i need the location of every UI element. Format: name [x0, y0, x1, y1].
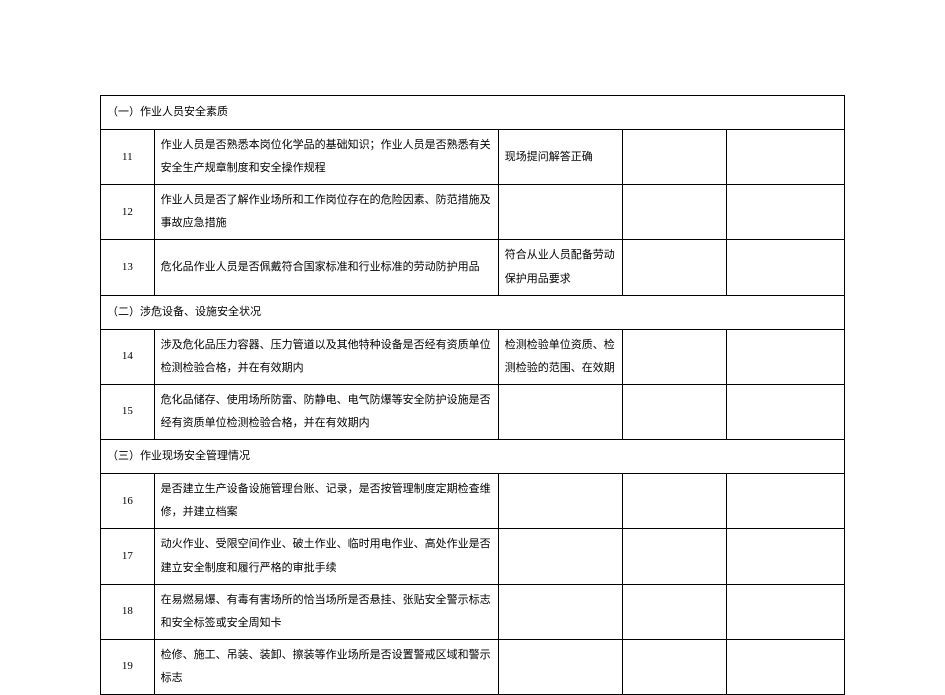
table-row: 16 是否建立生产设备设施管理台账、记录，是否按管理制度定期检查维修，并建立档案: [101, 474, 845, 529]
row-blank: [726, 384, 844, 439]
row-number: 19: [101, 639, 155, 694]
row-desc: 危化品作业人员是否佩戴符合国家标准和行业标准的劳动防护用品: [154, 240, 498, 295]
row-desc: 涉及危化品压力容器、压力管道以及其他特种设备是否经有资质单位检测检验合格，并在有…: [154, 329, 498, 384]
row-blank: [726, 130, 844, 185]
row-blank: [726, 529, 844, 584]
row-desc: 是否建立生产设备设施管理台账、记录，是否按管理制度定期检查维修，并建立档案: [154, 474, 498, 529]
safety-inspection-table: （一）作业人员安全素质 11 作业人员是否熟悉本岗位化学品的基础知识；作业人员是…: [100, 95, 845, 695]
row-blank: [726, 185, 844, 240]
row-blank: [622, 529, 726, 584]
table-row: 13 危化品作业人员是否佩戴符合国家标准和行业标准的劳动防护用品 符合从业人员配…: [101, 240, 845, 295]
table-section-header: （二）涉危设备、设施安全状况: [101, 295, 845, 329]
row-blank: [726, 329, 844, 384]
table-section-header: （一）作业人员安全素质: [101, 96, 845, 130]
table-row: 17 动火作业、受限空间作业、破土作业、临时用电作业、高处作业是否建立安全制度和…: [101, 529, 845, 584]
table-row: 15 危化品储存、使用场所防雷、防静电、电气防爆等安全防护设施是否经有资质单位检…: [101, 384, 845, 439]
row-remark: [498, 639, 622, 694]
row-number: 13: [101, 240, 155, 295]
row-desc: 危化品储存、使用场所防雷、防静电、电气防爆等安全防护设施是否经有资质单位检测检验…: [154, 384, 498, 439]
row-blank: [622, 639, 726, 694]
row-number: 16: [101, 474, 155, 529]
table-row: 11 作业人员是否熟悉本岗位化学品的基础知识；作业人员是否熟悉有关安全生产规章制…: [101, 130, 845, 185]
row-desc: 作业人员是否熟悉本岗位化学品的基础知识；作业人员是否熟悉有关安全生产规章制度和安…: [154, 130, 498, 185]
row-remark: [498, 584, 622, 639]
table-row: 14 涉及危化品压力容器、压力管道以及其他特种设备是否经有资质单位检测检验合格，…: [101, 329, 845, 384]
row-blank: [726, 474, 844, 529]
row-remark: [498, 474, 622, 529]
row-blank: [622, 584, 726, 639]
table-row: 19 检修、施工、吊装、装卸、擦装等作业场所是否设置警戒区域和警示标志: [101, 639, 845, 694]
row-remark: [498, 529, 622, 584]
table-row: 18 在易燃易爆、有毒有害场所的恰当场所是否悬挂、张贴安全警示标志和安全标签或安…: [101, 584, 845, 639]
section-title: （三）作业现场安全管理情况: [101, 440, 845, 474]
row-remark: [498, 384, 622, 439]
row-number: 18: [101, 584, 155, 639]
row-number: 11: [101, 130, 155, 185]
row-number: 14: [101, 329, 155, 384]
row-blank: [726, 639, 844, 694]
section-title: （一）作业人员安全素质: [101, 96, 845, 130]
row-number: 15: [101, 384, 155, 439]
row-remark: 符合从业人员配备劳动保护用品要求: [498, 240, 622, 295]
row-desc: 在易燃易爆、有毒有害场所的恰当场所是否悬挂、张贴安全警示标志和安全标签或安全周知…: [154, 584, 498, 639]
row-blank: [622, 329, 726, 384]
row-number: 12: [101, 185, 155, 240]
row-blank: [622, 240, 726, 295]
row-desc: 检修、施工、吊装、装卸、擦装等作业场所是否设置警戒区域和警示标志: [154, 639, 498, 694]
row-blank: [622, 185, 726, 240]
row-blank: [622, 130, 726, 185]
table-row: 12 作业人员是否了解作业场所和工作岗位存在的危险因素、防范措施及事故应急措施: [101, 185, 845, 240]
row-desc: 动火作业、受限空间作业、破土作业、临时用电作业、高处作业是否建立安全制度和履行严…: [154, 529, 498, 584]
row-blank: [622, 384, 726, 439]
row-remark: 检测检验单位资质、检测检验的范围、在效期: [498, 329, 622, 384]
row-blank: [622, 474, 726, 529]
row-number: 17: [101, 529, 155, 584]
row-remark: 现场提问解答正确: [498, 130, 622, 185]
table-section-header: （三）作业现场安全管理情况: [101, 440, 845, 474]
row-blank: [726, 240, 844, 295]
row-blank: [726, 584, 844, 639]
section-title: （二）涉危设备、设施安全状况: [101, 295, 845, 329]
row-remark: [498, 185, 622, 240]
row-desc: 作业人员是否了解作业场所和工作岗位存在的危险因素、防范措施及事故应急措施: [154, 185, 498, 240]
